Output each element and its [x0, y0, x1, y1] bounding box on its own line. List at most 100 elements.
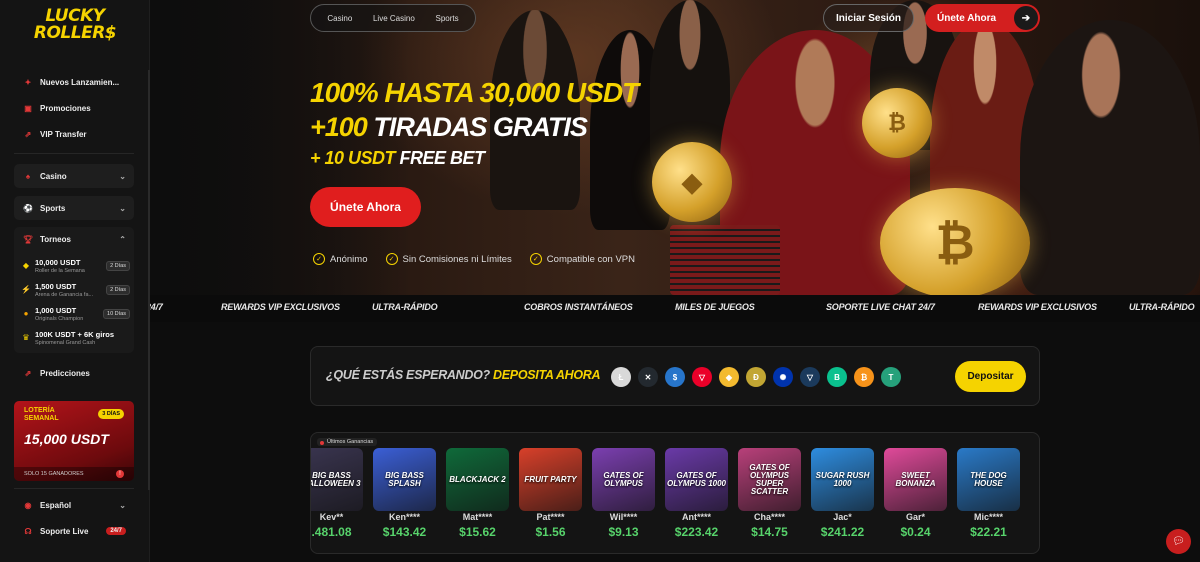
deposit-prompt: ¿QUÉ ESTÁS ESPERANDO? DEPOSITA AHORA [326, 368, 601, 382]
check-icon: ✓ [385, 253, 398, 265]
chat-bubble-icon: 💬︎ [1172, 536, 1185, 547]
winner-username: Kev** [319, 512, 344, 522]
game-thumbnail: SWEET BONANZA [884, 448, 947, 511]
game-title: GATES OF OLYMPUS [603, 470, 644, 488]
transfer-icon: ⇗ [24, 129, 32, 139]
tab-live-casino[interactable]: Live Casino [373, 14, 415, 23]
dogecoin-icon: Ð [746, 367, 766, 387]
chevron-down-icon: ⌄ [119, 203, 126, 213]
win-amount: $0.24 [900, 525, 931, 539]
language-selector[interactable]: ◉ Español ⌄ [14, 493, 134, 517]
trophy-icon: 🏆︎ [22, 234, 34, 244]
ticker-item: MILES DE JUEGOS [675, 302, 755, 312]
deposit-highlight: DEPOSITA AHORA [489, 368, 601, 382]
win-card[interactable]: GATES OF OLYMPUS SUPER SCATTER Cha**** $14… [738, 448, 801, 553]
feature-label: Sin Comisiones ni Límites [402, 253, 512, 265]
win-amount: $9.13 [608, 525, 639, 539]
tron-icon: ▽ [692, 367, 712, 387]
divider [14, 153, 134, 154]
win-card[interactable]: BLACKJACK 2 Mat**** $15.62 [446, 448, 509, 553]
winner-username: Ken**** [388, 512, 420, 522]
tab-sports[interactable]: Sports [436, 14, 459, 23]
game-title: BIG BASS HALLOWEEN 3 [311, 470, 361, 488]
winner-username: Mat**** [462, 512, 493, 522]
winner-username: Ant**** [681, 512, 711, 522]
live-support-link[interactable]: ☊ Soporte Live 24/7 [14, 519, 134, 543]
sidebar-item-label: Predicciones [40, 368, 90, 378]
recent-wins-panel: Últimos Ganancias BIG BASS HALLOWEEN 3 Ke… [310, 432, 1040, 554]
ticker-item: ULTRA-RÁPIDO [372, 302, 438, 312]
tournament-subtitle: Spinomenal Grand Cash [35, 340, 96, 346]
divider [14, 488, 134, 489]
tournament-item[interactable]: ♛ 100K USDT + 6K giros Spinomenal Grand … [20, 330, 130, 352]
winner-username: Jac* [833, 512, 852, 522]
sidebar-group-casino[interactable]: ♠ Casino ⌄ [14, 164, 134, 188]
deposit-button[interactable]: Depositar [955, 361, 1026, 392]
ethereum-coin-image: ◆ [652, 142, 732, 222]
game-title: BLACKJACK 2 [449, 474, 506, 484]
promo-spins-count: +100 [310, 112, 368, 142]
sparkle-icon: ✦ [24, 77, 32, 87]
tournament-item[interactable]: ◆ 10,000 USDT Roller de la Semana 2 Días [20, 258, 130, 280]
game-thumbnail: GATES OF OLYMPUS 1000 [665, 448, 728, 511]
sidebar-item-new-releases[interactable]: ✦ Nuevos Lanzamien... [22, 73, 120, 91]
sidebar-item-promotions[interactable]: ▣ Promociones [22, 99, 90, 117]
game-thumbnail: BIG BASS SPLASH [373, 448, 436, 511]
game-thumbnail: BLACKJACK 2 [446, 448, 509, 511]
feature-item: ✓ Compatible con VPN [529, 253, 635, 265]
xrp-icon: ✕ [638, 367, 658, 387]
sidebar-group-tournaments[interactable]: 🏆︎ Torneos ⌃ [14, 227, 134, 251]
chat-button[interactable]: 💬︎ [1166, 529, 1191, 554]
win-card[interactable]: GATES OF OLYMPUS 1000 Ant**** $223.42 [665, 448, 728, 553]
chevron-down-icon: ⌄ [119, 171, 126, 181]
win-card[interactable]: SUGAR RUSH 1000 Jac* $241.22 [811, 448, 874, 553]
sidebar-group-label: Casino [40, 171, 67, 181]
win-card[interactable]: BIG BASS SPLASH Ken**** $143.42 [373, 448, 436, 553]
tournament-item[interactable]: ● 1,000 USDT Originals Champion 10 Días [20, 306, 130, 328]
sidebar-item-vip-transfer[interactable]: ⇗ VIP Transfer [22, 125, 87, 143]
win-card[interactable]: GATES OF OLYMPUS Wil**** $9.13 [592, 448, 655, 553]
win-card[interactable]: SWEET BONANZA Gar* $0.24 [884, 448, 947, 553]
ticker-item: SOPORTE LIVE CHAT 24/7 [826, 302, 935, 312]
win-card[interactable]: THE DOG HOUSE Mic**** $22.21 [957, 448, 1020, 553]
login-button[interactable]: Iniciar Sesión [823, 4, 915, 32]
feature-ticker: 24/7 REWARDS VIP EXCLUSIVOS ULTRA-RÁPIDO… [150, 295, 1200, 322]
winner-username: Gar* [905, 512, 925, 522]
sidebar-item-label: VIP Transfer [40, 129, 87, 139]
support-badge: 24/7 [106, 527, 126, 535]
lottery-amount: 15,000 USDT [24, 431, 109, 447]
tournament-item[interactable]: ⚡ 1,500 USDT Arena de Ganancia fa... 2 D… [20, 282, 130, 304]
check-icon: ✓ [313, 253, 325, 265]
sidebar-item-label: Nuevos Lanzamien... [40, 77, 120, 87]
casino-icon: ♠ [25, 171, 31, 181]
win-card[interactable]: FRUIT PARTY Pat**** $1.56 [519, 448, 582, 553]
logo-line2: ROLLER$ [33, 23, 117, 43]
game-title: BIG BASS SPLASH [385, 470, 424, 488]
main-content: ◆ ₿ ₿ Casino Live Casino Sports Iniciar … [150, 0, 1200, 562]
game-thumbnail: GATES OF OLYMPUS SUPER SCATTER [738, 448, 801, 511]
lottery-title: LOTERÍA SEMANAL [24, 407, 59, 422]
logo[interactable]: LUCKY ROLLER$ [0, 8, 150, 42]
crown-icon: ♛ [22, 333, 30, 342]
deposit-panel: ¿QUÉ ESTÁS ESPERANDO? DEPOSITA AHORA Ł ✕ $… [310, 346, 1040, 406]
tab-casino[interactable]: Casino [327, 14, 352, 23]
tournaments-panel: 🏆︎ Torneos ⌃ ◆ 10,000 USDT Roller de la … [14, 227, 134, 353]
game-title: SWEET BONANZA [895, 470, 936, 488]
winner-username: Wil**** [609, 512, 638, 522]
game-title: FRUIT PARTY [524, 474, 577, 484]
feature-label: Compatible con VPN [546, 253, 635, 265]
sidebar-group-label: Sports [40, 203, 66, 213]
ticker-item: COBROS INSTANTÁNEOS [524, 302, 633, 312]
tournament-amount: 10,000 USDT [35, 258, 81, 267]
sidebar-item-predictions[interactable]: ⇗ Predicciones [22, 364, 90, 382]
game-title: THE DOG HOUSE [970, 470, 1007, 488]
win-card[interactable]: BIG BASS HALLOWEEN 3 Kev** .481.08 [311, 448, 363, 553]
hero-join-button[interactable]: Únete Ahora [310, 187, 421, 227]
sidebar-group-sports[interactable]: ⚽ Sports ⌄ [14, 196, 134, 220]
promo-spins-label: TIRADAS GRATIS [366, 112, 588, 142]
join-button[interactable]: Únete Ahora ➔ [925, 4, 1040, 32]
promo-headline-3: + 10 USDT FREE BET [310, 148, 485, 169]
hero-banner: ◆ ₿ ₿ Casino Live Casino Sports Iniciar … [150, 0, 1200, 295]
lottery-banner[interactable]: LOTERÍA SEMANAL 3 DÍAS 15,000 USDT SOLO … [14, 401, 134, 481]
tournament-badge: 2 Días [106, 261, 130, 271]
